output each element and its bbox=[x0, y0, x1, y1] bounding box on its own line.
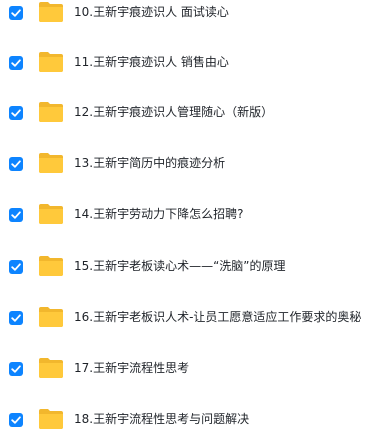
checkbox-checked-icon[interactable] bbox=[9, 413, 23, 427]
checkbox-checked-icon[interactable] bbox=[9, 106, 23, 120]
list-item[interactable]: 18.王新宇流程性思考与问题解决 bbox=[0, 401, 381, 437]
folder-icon bbox=[38, 357, 64, 379]
checkbox-checked-icon[interactable] bbox=[9, 56, 23, 70]
checkbox-checked-icon[interactable] bbox=[9, 362, 23, 376]
folder-icon bbox=[38, 255, 64, 277]
list-item[interactable]: 11.王新宇痕迹识人 销售由心 bbox=[0, 44, 381, 84]
list-item[interactable]: 17.王新宇流程性思考 bbox=[0, 350, 381, 390]
checkbox-checked-icon[interactable] bbox=[9, 208, 23, 222]
file-name[interactable]: 12.王新宇痕迹识人管理随心（新版） bbox=[74, 104, 273, 120]
file-name[interactable]: 14.王新宇劳动力下降怎么招聘? bbox=[74, 206, 243, 222]
folder-icon bbox=[38, 306, 64, 328]
checkbox-checked-icon[interactable] bbox=[9, 260, 23, 274]
checkbox-checked-icon[interactable] bbox=[9, 311, 23, 325]
file-name[interactable]: 13.王新宇简历中的痕迹分析 bbox=[74, 155, 225, 171]
file-list: 10.王新宇痕迹识人 面试读心 11.王新宇痕迹识人 销售由心 12.王新宇痕迹… bbox=[0, 0, 381, 437]
folder-icon bbox=[38, 51, 64, 73]
checkbox-checked-icon[interactable] bbox=[9, 6, 23, 20]
list-item[interactable]: 16.王新宇老板识人术-让员工愿意适应工作要求的奥秘 bbox=[0, 299, 381, 339]
file-name[interactable]: 10.王新宇痕迹识人 面试读心 bbox=[74, 4, 229, 20]
list-item[interactable]: 13.王新宇简历中的痕迹分析 bbox=[0, 145, 381, 185]
file-name[interactable]: 15.王新宇老板读心术——“洗脑”的原理 bbox=[74, 258, 286, 274]
file-name[interactable]: 17.王新宇流程性思考 bbox=[74, 360, 189, 376]
list-item[interactable]: 15.王新宇老板读心术——“洗脑”的原理 bbox=[0, 248, 381, 288]
folder-icon bbox=[38, 1, 64, 23]
file-name[interactable]: 11.王新宇痕迹识人 销售由心 bbox=[74, 54, 229, 70]
folder-icon bbox=[38, 408, 64, 430]
file-manager-list-view: 10.王新宇痕迹识人 面试读心 11.王新宇痕迹识人 销售由心 12.王新宇痕迹… bbox=[0, 0, 381, 437]
folder-icon bbox=[38, 203, 64, 225]
list-item[interactable]: 12.王新宇痕迹识人管理随心（新版） bbox=[0, 94, 381, 134]
file-name[interactable]: 18.王新宇流程性思考与问题解决 bbox=[74, 411, 249, 427]
list-item[interactable]: 10.王新宇痕迹识人 面试读心 bbox=[0, 0, 381, 34]
file-name[interactable]: 16.王新宇老板识人术-让员工愿意适应工作要求的奥秘 bbox=[74, 309, 361, 325]
folder-icon bbox=[38, 101, 64, 123]
checkbox-checked-icon[interactable] bbox=[9, 157, 23, 171]
list-item[interactable]: 14.王新宇劳动力下降怎么招聘? bbox=[0, 196, 381, 236]
folder-icon bbox=[38, 152, 64, 174]
